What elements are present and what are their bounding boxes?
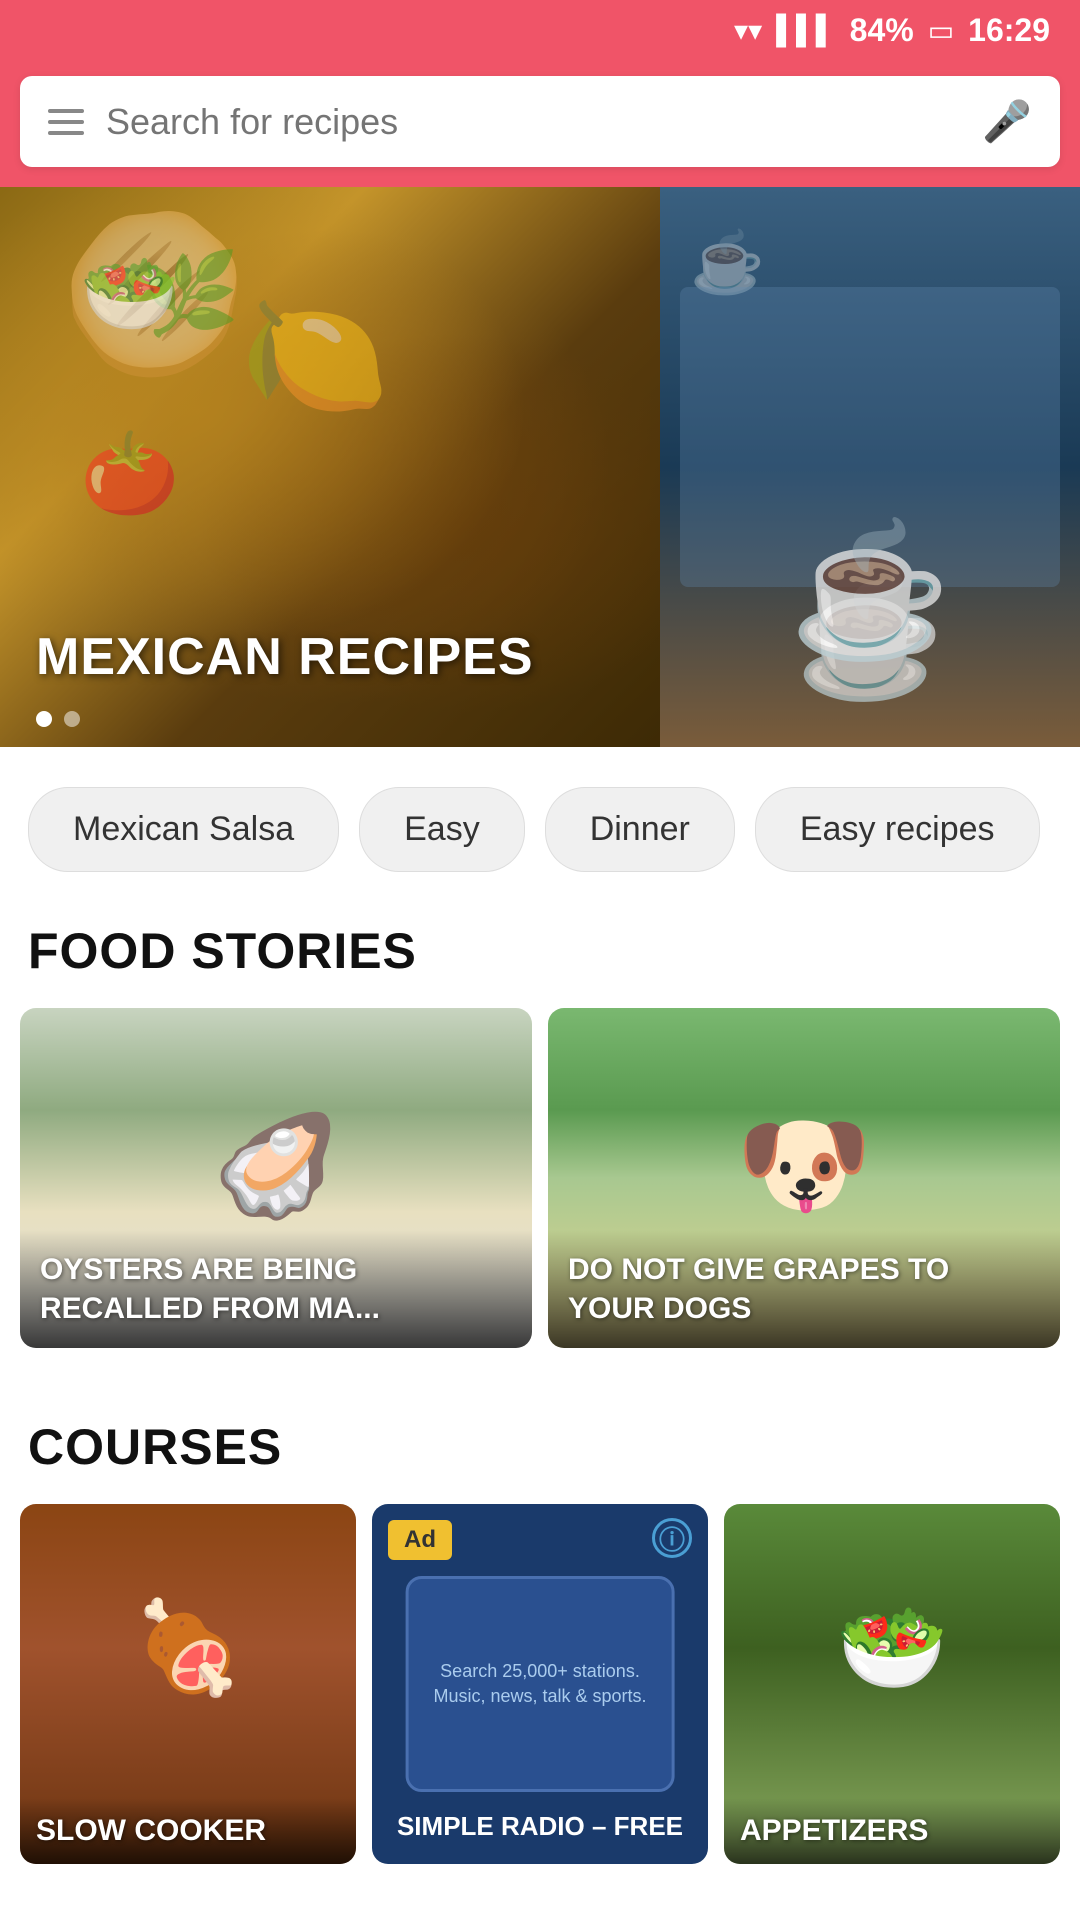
hero-main-card[interactable]: 🫓 🍋 🌿 🍅 MEXICAN RECIPES	[0, 187, 660, 747]
wifi-icon: ▾▾	[734, 14, 762, 47]
ad-phone-mockup: Search 25,000+ stations. Music, news, ta…	[406, 1576, 675, 1792]
course-card-slow-cooker[interactable]: SLOW COOKER	[20, 1504, 356, 1864]
hero-main-label: MEXICAN RECIPES	[36, 627, 534, 687]
stories-grid: OYSTERS ARE BEING RECALLED FROM MA... DO…	[0, 1008, 1080, 1348]
mic-icon[interactable]: 🎤	[982, 98, 1032, 145]
search-input[interactable]	[106, 101, 960, 143]
slow-cooker-label: SLOW COOKER	[36, 1814, 340, 1848]
tag-easy-recipes[interactable]: Easy recipes	[755, 787, 1040, 872]
story-dogs-title: DO NOT GIVE GRAPES TO YOUR DOGS	[568, 1250, 1040, 1328]
food-stories-title: FOOD STORIES	[0, 892, 1080, 1008]
story-dogs-overlay: DO NOT GIVE GRAPES TO YOUR DOGS	[548, 1230, 1060, 1348]
course-card-ad[interactable]: Ad ⓘ Search 25,000+ stations. Music, new…	[372, 1504, 708, 1864]
menu-button[interactable]	[48, 109, 84, 135]
story-oysters-title: OYSTERS ARE BEING RECALLED FROM MA...	[40, 1250, 512, 1328]
slow-cooker-overlay: SLOW COOKER	[20, 1798, 356, 1864]
time-display: 16:29	[968, 12, 1050, 49]
ad-info-icon[interactable]: ⓘ	[652, 1518, 692, 1558]
ad-badge: Ad	[388, 1520, 452, 1560]
hero-side-image: ☕ ☕	[660, 187, 1080, 747]
hero-dots	[36, 711, 80, 727]
tag-mexican-salsa[interactable]: Mexican Salsa	[28, 787, 339, 872]
hero-dot-1[interactable]	[36, 711, 52, 727]
battery-icon: ▭	[928, 14, 954, 47]
ad-image: Ad ⓘ Search 25,000+ stations. Music, new…	[372, 1504, 708, 1864]
appetizers-label: APPETIZERS	[740, 1814, 1044, 1848]
search-bar: 🎤	[20, 76, 1060, 167]
hero-section: 🫓 🍋 🌿 🍅 MEXICAN RECIPES ☕ ☕	[0, 187, 1080, 747]
appetizers-overlay: APPETIZERS	[724, 1798, 1060, 1864]
status-bar: ▾▾ ▌▌▌ 84% ▭ 16:29	[0, 0, 1080, 60]
tag-easy[interactable]: Easy	[359, 787, 525, 872]
tag-dinner[interactable]: Dinner	[545, 787, 735, 872]
story-card-dogs[interactable]: DO NOT GIVE GRAPES TO YOUR DOGS	[548, 1008, 1060, 1348]
course-card-appetizers[interactable]: APPETIZERS	[724, 1504, 1060, 1864]
battery-percent: 84%	[850, 12, 914, 49]
story-oysters-overlay: OYSTERS ARE BEING RECALLED FROM MA...	[20, 1230, 532, 1348]
tags-section: Mexican Salsa Easy Dinner Easy recipes	[0, 747, 1080, 892]
story-card-oysters[interactable]: OYSTERS ARE BEING RECALLED FROM MA...	[20, 1008, 532, 1348]
status-icons: ▾▾ ▌▌▌ 84% ▭ 16:29	[734, 12, 1050, 49]
hero-side-card[interactable]: ☕ ☕	[660, 187, 1080, 747]
ad-phone-text: Search 25,000+ stations. Music, news, ta…	[409, 1651, 672, 1717]
ad-title: SIMPLE RADIO – FREE	[382, 1810, 698, 1844]
courses-grid: SLOW COOKER Ad ⓘ Search 25,000+ stations…	[0, 1504, 1080, 1864]
hero-dot-2[interactable]	[64, 711, 80, 727]
courses-title: COURSES	[0, 1388, 1080, 1504]
signal-icon: ▌▌▌	[776, 14, 836, 46]
search-container: 🎤	[0, 60, 1080, 187]
